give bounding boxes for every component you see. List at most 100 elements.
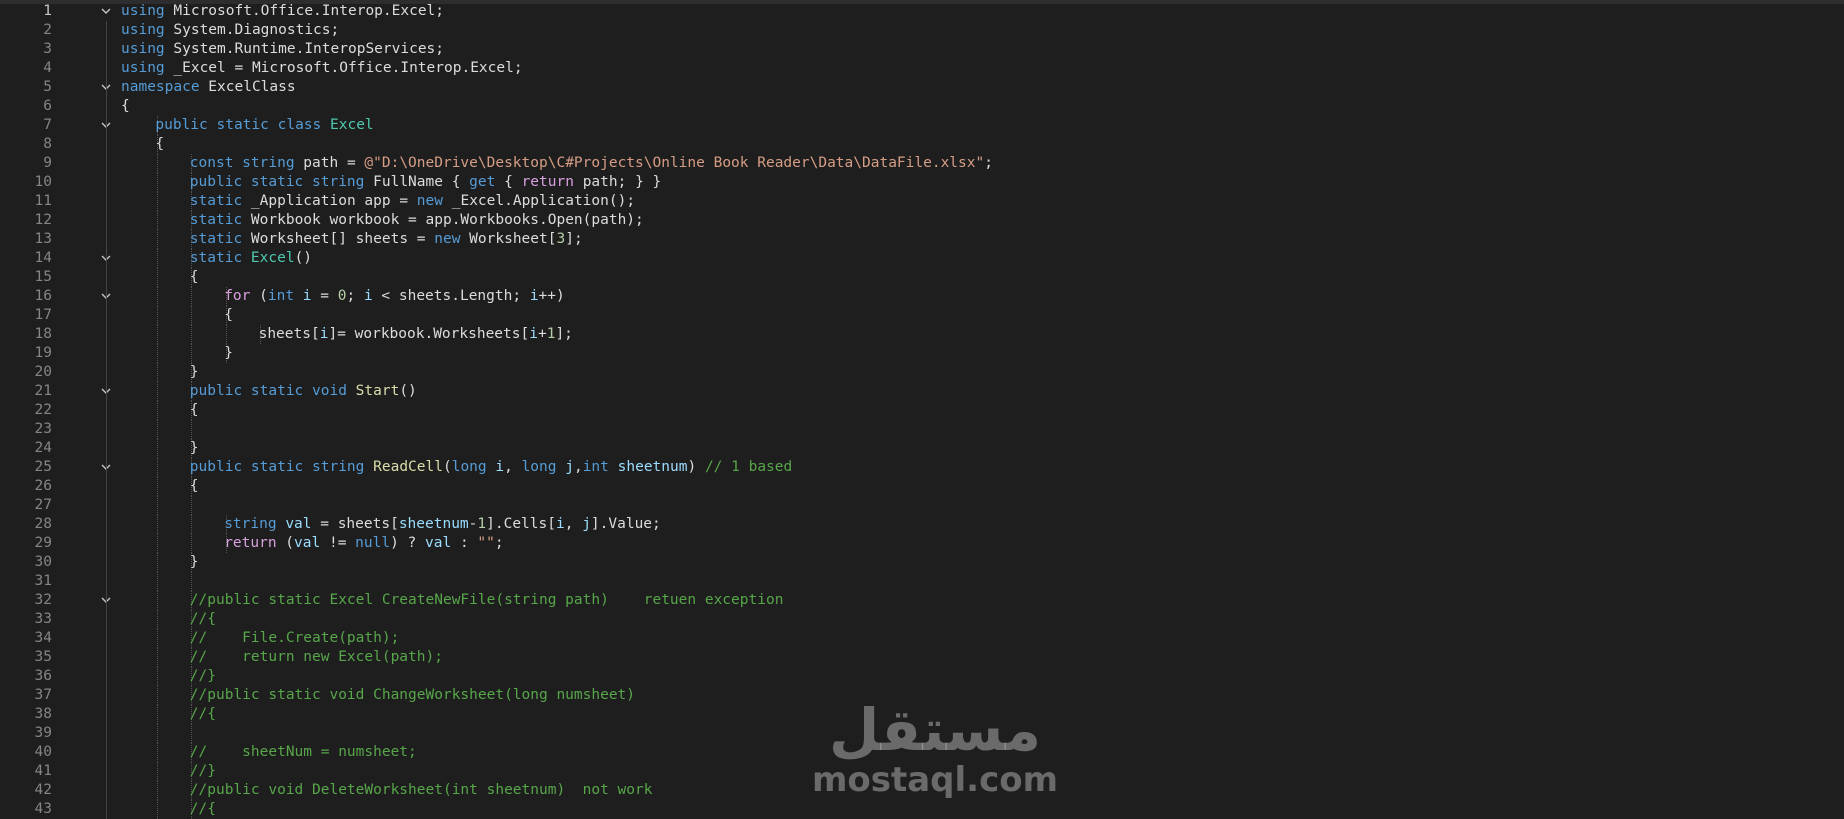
code-line[interactable]: 16 for (int i = 0; i < sheets.Length; i++… [0, 287, 1844, 306]
code-line[interactable]: 6{ [0, 97, 1844, 116]
code-token: System.Diagnostics; [164, 22, 340, 38]
code-token: } [189, 554, 199, 570]
code-line[interactable]: 28 string val = sheets[sheetnum-1].Cells[… [0, 515, 1844, 534]
code-text: sheets[i]= workbook.Worksheets[i+1]; [259, 325, 573, 344]
indent-guide [157, 800, 158, 819]
code-line[interactable]: 25 public static string ReadCell(long i, … [0, 458, 1844, 477]
code-token: static [189, 250, 243, 266]
code-line[interactable]: 5 namespace ExcelClass [0, 78, 1844, 97]
code-text: } [190, 363, 199, 382]
line-number: 31 [34, 573, 52, 589]
code-token: public static class [155, 117, 330, 133]
code-token: i [495, 459, 505, 475]
code-token: const string [189, 155, 295, 171]
line-number: 25 [34, 459, 52, 475]
code-editor[interactable]: 1 using Microsoft.Office.Interop.Excel; 2 u… [0, 0, 1844, 819]
code-line[interactable]: 8{ [0, 135, 1844, 154]
code-token: } [224, 345, 233, 361]
code-line[interactable]: 17 { [0, 306, 1844, 325]
code-token: static [189, 212, 243, 228]
code-line[interactable]: 31 [0, 572, 1844, 591]
indent-guide [157, 306, 158, 325]
code-token: Workbook workbook = app.Workbooks.Open(p… [242, 212, 644, 228]
code-line[interactable]: 12 static Workbook workbook = app.Workboo… [0, 211, 1844, 230]
line-number: 33 [34, 611, 52, 627]
indent-guide [157, 762, 158, 781]
code-token: return [521, 174, 574, 190]
code-token: //{ [189, 611, 216, 627]
code-line[interactable]: 4 using _Excel = Microsoft.Office.Interop… [0, 59, 1844, 78]
code-token: i [529, 326, 538, 342]
code-token: ].Value; [590, 516, 661, 532]
code-line[interactable]: 3 using System.Runtime.InteropServices; [0, 40, 1844, 59]
code-token: 3 [556, 231, 566, 247]
code-line[interactable]: 20} [0, 363, 1844, 382]
code-line[interactable]: 21 public static void Start() [0, 382, 1844, 401]
code-line[interactable]: 18 sheets[i]= workbook.Worksheets[i+1]; [0, 325, 1844, 344]
code-token: } [189, 364, 199, 380]
code-line[interactable]: 32 //public static Excel CreateNewFile(st… [0, 591, 1844, 610]
line-number: 4 [43, 60, 52, 76]
code-token: sheetnum [617, 459, 688, 475]
code-text: for (int i = 0; i < sheets.Length; i++) [224, 287, 565, 306]
code-token: () [399, 383, 417, 399]
code-line[interactable]: 15 { [0, 268, 1844, 287]
code-line[interactable]: 11 static _Application app = new _Excel.A… [0, 192, 1844, 211]
code-token: ]; [565, 231, 583, 247]
indent-guide [157, 534, 158, 553]
code-line[interactable]: 2 using System.Diagnostics; [0, 21, 1844, 40]
code-token: Worksheet[] sheets = [242, 231, 435, 247]
code-text: } [190, 439, 199, 458]
code-line[interactable]: 29 return (val != null) ? val : ""; [0, 534, 1844, 553]
code-line[interactable]: 10 public static string FullName { get { … [0, 173, 1844, 192]
code-text: public static string ReadCell(long i, lo… [190, 458, 792, 477]
code-line[interactable]: 34 // File.Create(path); [0, 629, 1844, 648]
code-line[interactable]: 27 [0, 496, 1844, 515]
code-token: ; [346, 288, 364, 304]
code-text: //} [190, 667, 216, 686]
code-token: { [189, 478, 199, 494]
indent-guide [157, 154, 158, 173]
code-text: { [190, 268, 199, 287]
line-number: 20 [34, 364, 52, 380]
code-line[interactable]: 33 //{ [0, 610, 1844, 629]
code-text: using _Excel = Microsoft.Office.Interop.… [121, 59, 523, 78]
line-number: 2 [43, 22, 52, 38]
code-token: ) ? [390, 535, 426, 551]
code-line[interactable]: 30} [0, 553, 1844, 572]
fold-chevron-icon[interactable] [100, 5, 112, 17]
code-token: long [521, 459, 557, 475]
code-line[interactable]: 26 { [0, 477, 1844, 496]
code-line[interactable]: 36 //} [0, 667, 1844, 686]
code-line[interactable]: 9 const string path = @"D:\OneDrive\Deskt… [0, 154, 1844, 173]
code-line[interactable]: 14 static Excel() [0, 249, 1844, 268]
code-line[interactable]: 24} [0, 439, 1844, 458]
code-line[interactable]: 35 // return new Excel(path); [0, 648, 1844, 667]
code-token: } [189, 440, 199, 456]
code-token: public static string [189, 459, 365, 475]
line-number: 27 [34, 497, 52, 513]
code-line[interactable]: 23 [0, 420, 1844, 439]
code-line[interactable]: 13 static Worksheet[] sheets = new Worksh… [0, 230, 1844, 249]
code-text: namespace ExcelClass [121, 78, 296, 97]
indent-guide [157, 439, 158, 458]
code-text: static Excel() [190, 249, 312, 268]
code-line[interactable]: 1 using Microsoft.Office.Interop.Excel; [0, 2, 1844, 21]
line-number: 15 [34, 269, 52, 285]
code-token: { [121, 98, 130, 114]
code-line[interactable]: 7 public static class Excel [0, 116, 1844, 135]
code-token: = sheets[ [311, 516, 399, 532]
code-token: _Excel = Microsoft.Office.Interop.Excel; [164, 60, 523, 76]
code-line[interactable]: 22 { [0, 401, 1844, 420]
code-token: int [582, 459, 609, 475]
code-token: val [285, 516, 312, 532]
code-token: _Application app = [242, 193, 417, 209]
code-token: ]= workbook.Worksheets[ [328, 326, 530, 342]
code-token: ; [494, 535, 504, 551]
code-line[interactable]: 43 //{ [0, 800, 1844, 819]
code-line[interactable]: 19} [0, 344, 1844, 363]
